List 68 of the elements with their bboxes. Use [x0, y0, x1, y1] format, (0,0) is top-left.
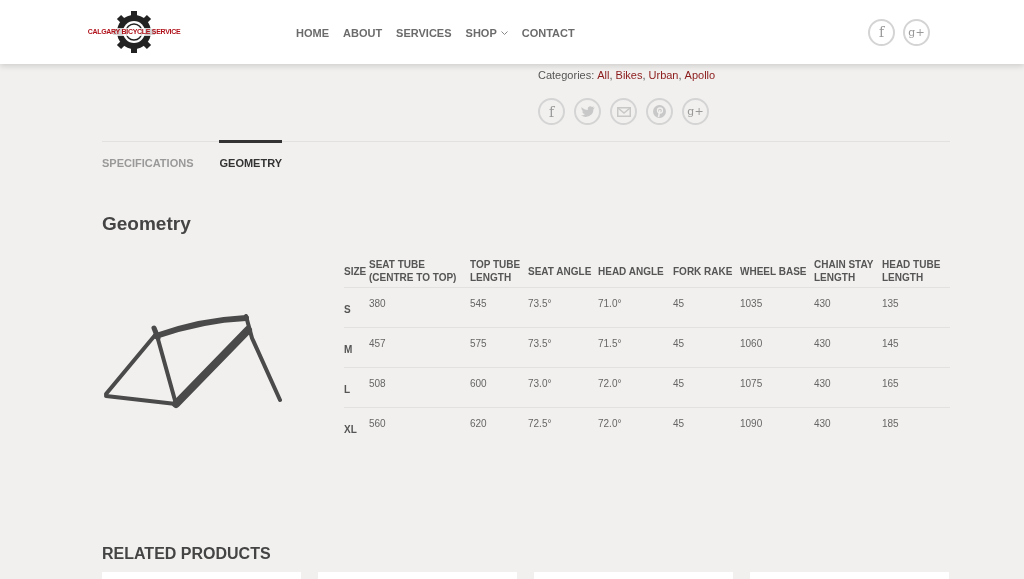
- table-cell: 1060: [740, 337, 763, 349]
- table-cell: 600: [470, 377, 487, 389]
- comma-separator: ,: [642, 67, 646, 83]
- category-link[interactable]: Apollo: [684, 66, 716, 84]
- table-cell: 73.0°: [528, 377, 552, 389]
- twitter-button[interactable]: [574, 98, 601, 125]
- column-header: WHEEL BASE: [740, 255, 814, 288]
- table-cell: 145: [882, 337, 899, 349]
- table-cell: 1090: [740, 417, 763, 429]
- nav-link[interactable]: SHOP: [465, 24, 508, 42]
- size-label: L: [344, 383, 351, 395]
- category-link[interactable]: All: [597, 66, 610, 84]
- table-cell: 430: [814, 417, 831, 429]
- section-heading: Geometry: [102, 211, 192, 236]
- table-cell: 71.0°: [598, 297, 622, 309]
- comma-separator: ,: [609, 67, 613, 83]
- categories-label: Categories:: [538, 67, 595, 83]
- table-cell: 1035: [740, 297, 763, 309]
- table-cell: 135: [882, 297, 899, 309]
- table-cell: 45: [673, 417, 685, 429]
- table-cell: 165: [882, 377, 899, 389]
- table-cell: 545: [470, 297, 487, 309]
- comma-separator: ,: [678, 67, 682, 83]
- table-cell: 1075: [740, 377, 763, 389]
- size-label: M: [344, 343, 353, 355]
- email-button[interactable]: [610, 98, 637, 125]
- size-label: S: [344, 303, 351, 315]
- table-cell: 430: [814, 377, 831, 389]
- column-header: TOP TUBE LENGTH: [470, 255, 528, 288]
- pinterest-button[interactable]: [646, 98, 673, 125]
- column-header: SEAT ANGLE: [528, 255, 598, 288]
- table-cell: 185: [882, 417, 899, 429]
- table-cell: 71.5°: [598, 337, 622, 349]
- table-cell: 560: [369, 417, 386, 429]
- table-cell: 72.5°: [528, 417, 552, 429]
- table-cell: 430: [814, 337, 831, 349]
- section-heading: RELATED PRODUCTS: [102, 543, 272, 564]
- category-link[interactable]: Urban: [648, 66, 679, 84]
- bird-icon: [580, 105, 595, 118]
- table-cell: 73.5°: [528, 297, 552, 309]
- table-cell: 380: [369, 297, 386, 309]
- column-header: CHAIN STAY LENGTH: [814, 255, 882, 288]
- table-cell: 45: [673, 337, 685, 349]
- nav-link[interactable]: ABOUT: [343, 24, 383, 42]
- table-cell: 508: [369, 377, 386, 389]
- column-header: FORK RAKE: [673, 255, 740, 288]
- pin-icon: [653, 105, 666, 118]
- table-cell: 575: [470, 337, 487, 349]
- size-label: XL: [344, 423, 357, 435]
- nav-link[interactable]: HOME: [296, 24, 329, 42]
- column-header: HEAD ANGLE: [598, 255, 673, 288]
- table-cell: 457: [369, 337, 386, 349]
- column-header: SEAT TUBE (CENTRE TO TOP): [369, 255, 470, 288]
- nav-link[interactable]: CONTACT: [521, 24, 575, 42]
- column-header: HEAD TUBE LENGTH: [882, 255, 950, 288]
- table-cell: 45: [673, 297, 685, 309]
- table-cell: 72.0°: [598, 417, 622, 429]
- envelope-icon: [616, 106, 631, 117]
- nav-link[interactable]: SERVICES: [396, 24, 452, 42]
- table-cell: 620: [470, 417, 487, 429]
- tab[interactable]: GEOMETRY: [219, 140, 283, 174]
- facebook-button[interactable]: f: [868, 18, 895, 46]
- column-header: SIZE: [344, 255, 369, 288]
- google-plus-button[interactable]: g+: [903, 18, 930, 46]
- table-cell: 72.0°: [598, 377, 622, 389]
- table-cell: 73.5°: [528, 337, 552, 349]
- table-cell: 45: [673, 377, 685, 389]
- table-cell: 430: [814, 297, 831, 309]
